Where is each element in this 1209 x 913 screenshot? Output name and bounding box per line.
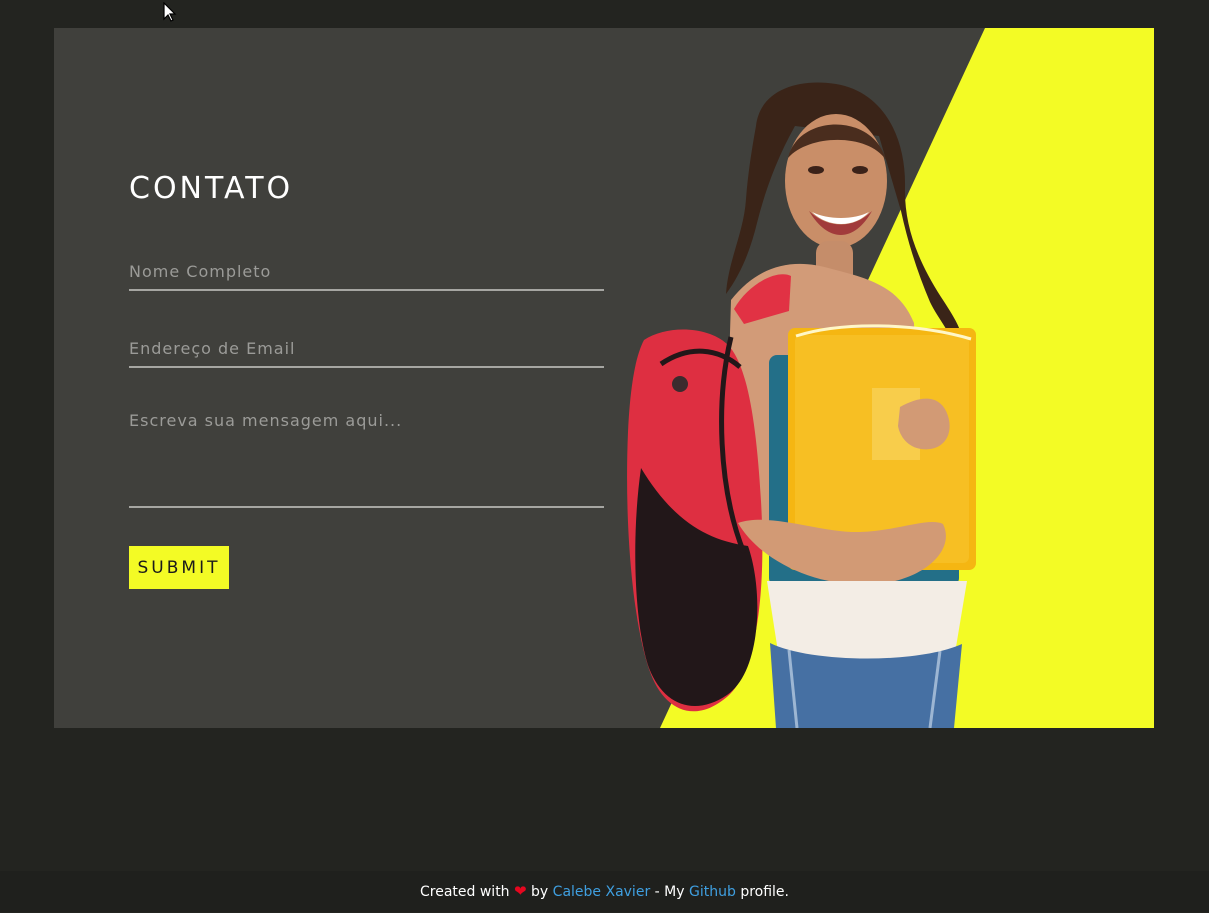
name-input[interactable]	[129, 254, 604, 291]
footer-by-text: by	[531, 884, 549, 900]
github-link[interactable]: Github	[689, 884, 736, 900]
mouse-pointer-icon	[163, 2, 177, 22]
footer-created-text: Created with	[420, 884, 510, 900]
contact-title: CONTATO	[129, 171, 294, 206]
email-input[interactable]	[129, 331, 604, 368]
footer: Created with ❤ by Calebe Xavier - My Git…	[0, 871, 1209, 912]
footer-separator-text: - My	[654, 884, 685, 900]
heart-icon: ❤	[514, 882, 527, 900]
student-with-backpack-image	[627, 82, 976, 728]
submit-button[interactable]: SUBMIT	[129, 546, 229, 589]
contact-card: CONTATO SUBMIT	[54, 28, 1154, 728]
message-textarea[interactable]	[129, 411, 604, 508]
footer-profile-text: profile.	[740, 884, 789, 900]
author-link[interactable]: Calebe Xavier	[553, 884, 651, 900]
